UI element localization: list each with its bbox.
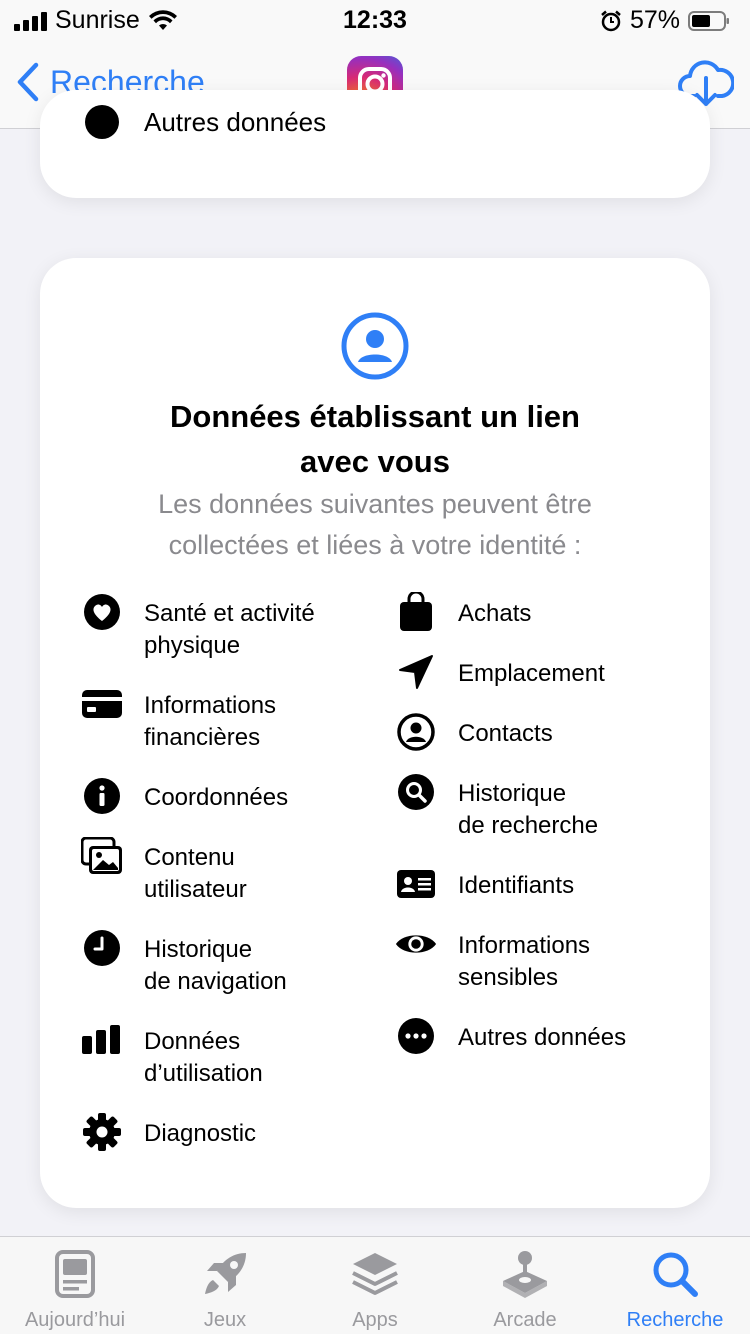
tab-arcade[interactable]: Arcade — [450, 1237, 600, 1334]
person-circle-icon — [394, 710, 438, 754]
item-label: Contenu utilisateur — [144, 844, 247, 903]
item-label: Diagnostic — [144, 1120, 257, 1147]
item-label: Autres données — [458, 1024, 627, 1051]
gear-icon — [80, 1110, 124, 1154]
apps-stack-icon — [352, 1253, 398, 1295]
chevron-left-icon — [17, 62, 39, 102]
person-circle-icon — [341, 312, 409, 380]
tab-label: Aujourd’hui — [24, 1309, 126, 1331]
list-item: Contenu utilisateur — [80, 837, 247, 906]
item-label: Contacts — [458, 720, 553, 747]
ellipsis-circle-icon — [394, 1014, 438, 1058]
list-item: Contacts — [394, 713, 553, 754]
credit-card-icon — [80, 682, 124, 726]
card-title-line: Données établissant un lien — [170, 399, 580, 434]
tab-label: Arcade — [493, 1309, 557, 1331]
item-label: Santé et activité physique — [144, 600, 315, 659]
item-label: Historique de recherche — [458, 780, 599, 839]
list-item: Achats — [394, 592, 532, 634]
item-label: Historique de navigation — [144, 936, 287, 995]
tab-apps[interactable]: Apps — [300, 1237, 450, 1334]
tab-games[interactable]: Jeux — [150, 1237, 300, 1334]
item-label: Achats — [458, 600, 532, 627]
list-item: Identifiants — [394, 870, 574, 906]
alarm-icon — [601, 10, 621, 31]
tab-today[interactable]: Aujourd’hui — [0, 1237, 150, 1334]
joystick-icon — [503, 1251, 547, 1298]
bar-chart-icon — [80, 1018, 124, 1062]
bag-icon — [394, 590, 438, 634]
battery-icon — [688, 10, 729, 31]
list-item: Données d’utilisation — [80, 1025, 263, 1090]
location-arrow-icon — [394, 650, 438, 694]
card-subtitle: Les données suivantes peuvent être colle… — [90, 484, 660, 566]
item-label: Autres données — [144, 106, 327, 137]
card-subtitle-line: Les données suivantes peuvent être — [158, 489, 592, 519]
battery-percent: 57% — [629, 6, 680, 34]
info-icon — [80, 774, 124, 818]
card-title-line: avec vous — [300, 444, 450, 479]
tab-label: Jeux — [203, 1309, 247, 1331]
tab-label: Apps — [352, 1309, 398, 1331]
photos-icon — [80, 834, 124, 878]
eye-icon — [394, 922, 438, 966]
list-item: Emplacement — [394, 655, 605, 694]
item-label: Informations sensibles — [458, 932, 591, 991]
heart-icon — [80, 590, 124, 634]
item-label: Emplacement — [458, 660, 605, 687]
item-label: Identifiants — [458, 872, 575, 899]
card-subtitle-line: collectées et liées à votre identité : — [168, 530, 582, 560]
status-bar: Sunrise 12:33 57% — [0, 0, 750, 40]
tab-label: Recherche — [626, 1309, 724, 1331]
card-title: Données établissant un lien avec vous — [100, 394, 650, 484]
list-item: Coordonnées — [80, 778, 289, 818]
list-item: Autres données — [84, 104, 326, 140]
clock-icon — [80, 926, 124, 970]
rocket-icon — [205, 1253, 246, 1294]
list-item: Informations financières — [80, 690, 276, 754]
privacy-card-linked-data: Données établissant un lien avec vous Le… — [40, 258, 710, 1208]
list-item: Santé et activité physique — [80, 594, 315, 662]
search-circle-icon — [394, 770, 438, 814]
list-item: Autres données — [394, 1018, 627, 1058]
list-item: Diagnostic — [80, 1113, 257, 1154]
previous-privacy-card: Autres données — [40, 90, 710, 198]
id-card-icon — [394, 862, 438, 906]
tab-search[interactable]: Recherche — [600, 1237, 750, 1334]
search-icon — [653, 1252, 698, 1297]
list-item: Historique de navigation — [80, 930, 287, 998]
list-item: Historique de recherche — [394, 774, 599, 842]
item-label: Données d’utilisation — [144, 1028, 263, 1087]
ellipsis-circle-icon — [85, 105, 119, 139]
today-icon — [55, 1250, 95, 1298]
item-label: Informations financières — [144, 692, 277, 751]
item-label: Coordonnées — [144, 784, 289, 811]
list-item: Informations sensibles — [394, 930, 590, 994]
tab-bar: Aujourd’hui Jeux Apps Arcade Recherche — [0, 1236, 750, 1334]
